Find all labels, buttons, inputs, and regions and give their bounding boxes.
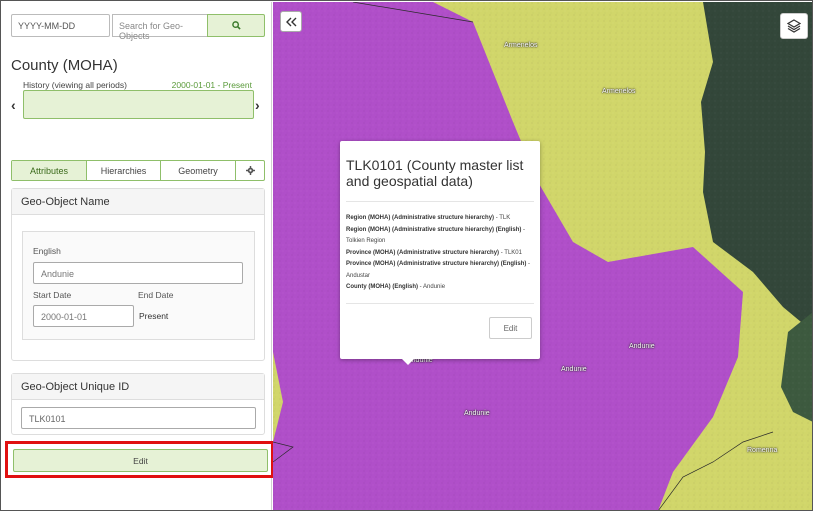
tab-bar: Attributes Hierarchies Geometry — [11, 160, 265, 181]
popup-row: County (MOHA) (English) - Andunie — [346, 284, 446, 290]
geo-object-panel: YYYY-MM-DD Search for Geo-Objects County… — [2, 2, 272, 510]
map-label: Romenna — [747, 447, 778, 454]
popup-attributes: Region (MOHA) (Administrative structure … — [346, 213, 538, 294]
popup-row-value: TLK01 — [504, 249, 522, 256]
popup-row-key: Region (MOHA) (Administrative structure … — [346, 226, 522, 233]
tab-settings[interactable] — [236, 161, 264, 180]
edit-button-highlight — [5, 441, 274, 478]
map-label: Andunie — [561, 366, 587, 373]
date-input[interactable]: YYYY-MM-DD — [11, 14, 110, 37]
popup-row: Region (MOHA) (Administrative structure … — [346, 215, 511, 221]
start-date-label: Start Date — [33, 290, 72, 300]
map-label: Andunie — [464, 410, 490, 417]
end-date-label: End Date — [138, 290, 174, 300]
popup-row-key: County (MOHA) (English) — [346, 284, 418, 290]
popup-row-value: Andustar — [346, 272, 371, 279]
locale-label: English — [33, 246, 61, 256]
history-label: History (viewing all periods) — [23, 80, 127, 90]
search-icon — [231, 21, 241, 30]
history-prev-chevron-icon[interactable]: ‹ — [11, 97, 16, 113]
geo-object-uid-panel: Geo-Object Unique ID TLK0101 — [11, 373, 265, 435]
map-label: Andunie — [629, 343, 655, 350]
search-input[interactable]: Search for Geo-Objects — [112, 14, 208, 41]
layers-icon — [787, 19, 801, 33]
popup-row: Province (MOHA) (Administrative structur… — [346, 249, 522, 256]
popup-pointer — [401, 358, 415, 365]
popup-row-key: Province (MOHA) (Administrative structur… — [346, 249, 500, 256]
panel-heading: Geo-Object Name — [12, 189, 264, 215]
uid-field[interactable]: TLK0101 — [21, 407, 256, 429]
start-date-field[interactable]: 2000-01-01 — [33, 305, 134, 327]
panel-heading: Geo-Object Unique ID — [12, 374, 264, 400]
divider — [346, 201, 534, 202]
name-english-field[interactable]: Andunie — [33, 262, 243, 284]
search-button[interactable] — [207, 14, 265, 37]
history-next-chevron-icon[interactable]: › — [255, 97, 260, 113]
popup-row: Region (MOHA) (Administrative structure … — [346, 226, 526, 245]
history-range: 2000-01-01 - Present — [171, 80, 252, 90]
popup-title: TLK0101 (County master list and geospati… — [346, 157, 524, 189]
tab-hierarchies[interactable]: Hierarchies — [87, 161, 161, 180]
tab-attributes[interactable]: Attributes — [12, 161, 87, 180]
popup-row: Province (MOHA) (Administrative structur… — [346, 261, 531, 279]
popup-edit-button[interactable]: Edit — [489, 317, 532, 339]
app-window: YYYY-MM-DD Search for Geo-Objects County… — [0, 0, 813, 511]
name-value-group: English Andunie Start Date End Date 2000… — [22, 231, 255, 340]
geo-object-name-panel: Geo-Object Name English Andunie Start Da… — [11, 188, 265, 361]
map-label: Armenelos — [504, 42, 538, 49]
popup-row-value: TLK — [499, 215, 511, 221]
gear-icon — [245, 166, 255, 175]
end-date-value: Present — [139, 311, 169, 321]
map-label: Armenelos — [602, 88, 636, 95]
geo-object-type-title: County (MOHA) — [11, 57, 118, 74]
collapse-panel-button[interactable] — [280, 11, 302, 32]
double-chevron-left-icon — [286, 17, 297, 26]
popup-row-value: Tolkien Region — [346, 238, 386, 244]
popup-row-key: Region (MOHA) (Administrative structure … — [346, 215, 495, 221]
popup-row-value: Andunie — [423, 284, 446, 290]
history-timeline-bar[interactable] — [23, 90, 254, 119]
divider — [346, 303, 534, 304]
geo-object-popup: TLK0101 (County master list and geospati… — [340, 141, 540, 359]
popup-row-key: Province (MOHA) (Administrative structur… — [346, 261, 527, 267]
layers-button[interactable] — [780, 13, 808, 39]
tab-geometry[interactable]: Geometry — [161, 161, 236, 180]
